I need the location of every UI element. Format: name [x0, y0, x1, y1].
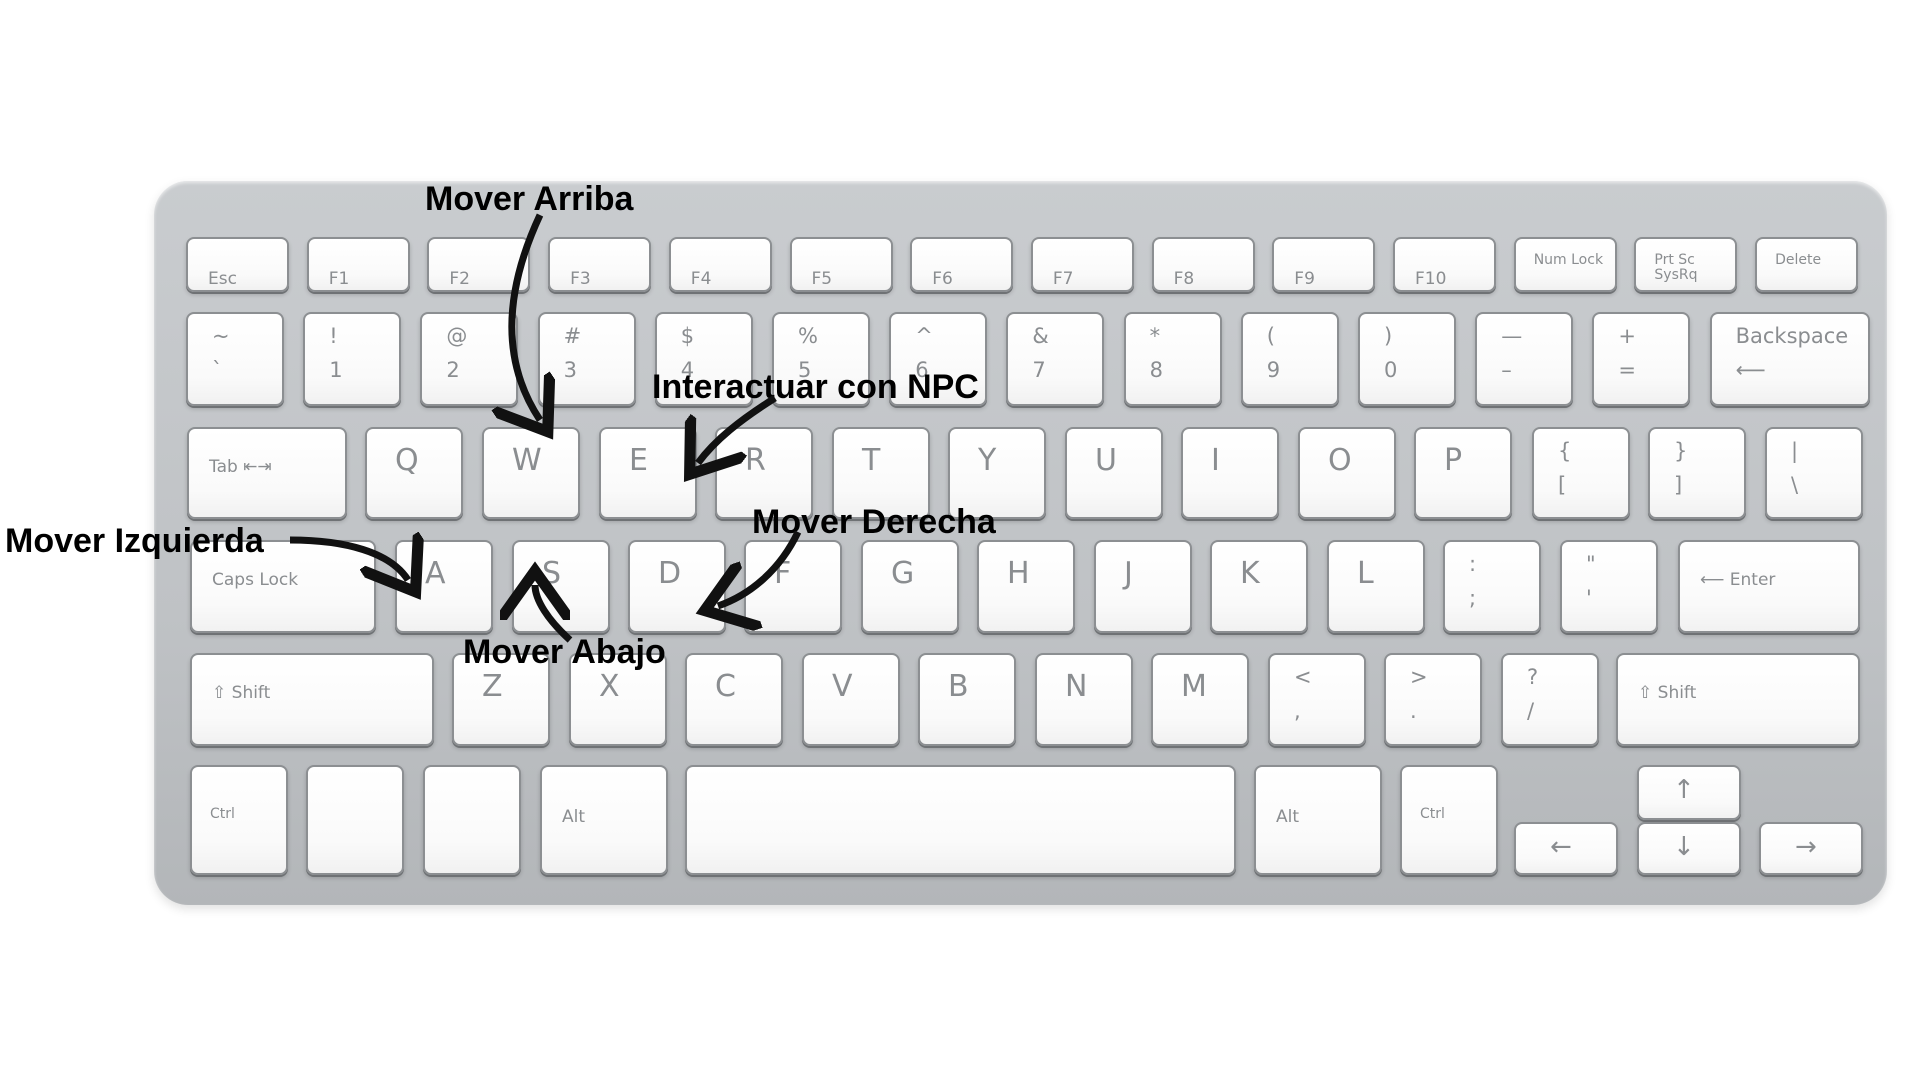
keyboard-controls-diagram: Esc F1 F2 F3 F4 F5 F6 F7 F8 F9 F10 Num Lock Prt Sc S… — [0, 0, 1920, 1080]
annotation-arrows — [289, 213, 802, 643]
arrow-to-e — [698, 395, 777, 463]
arrow-to-a — [289, 540, 408, 580]
arrow-to-s — [535, 585, 573, 643]
arrow-to-d — [718, 530, 802, 606]
arrow-to-w — [512, 213, 540, 420]
